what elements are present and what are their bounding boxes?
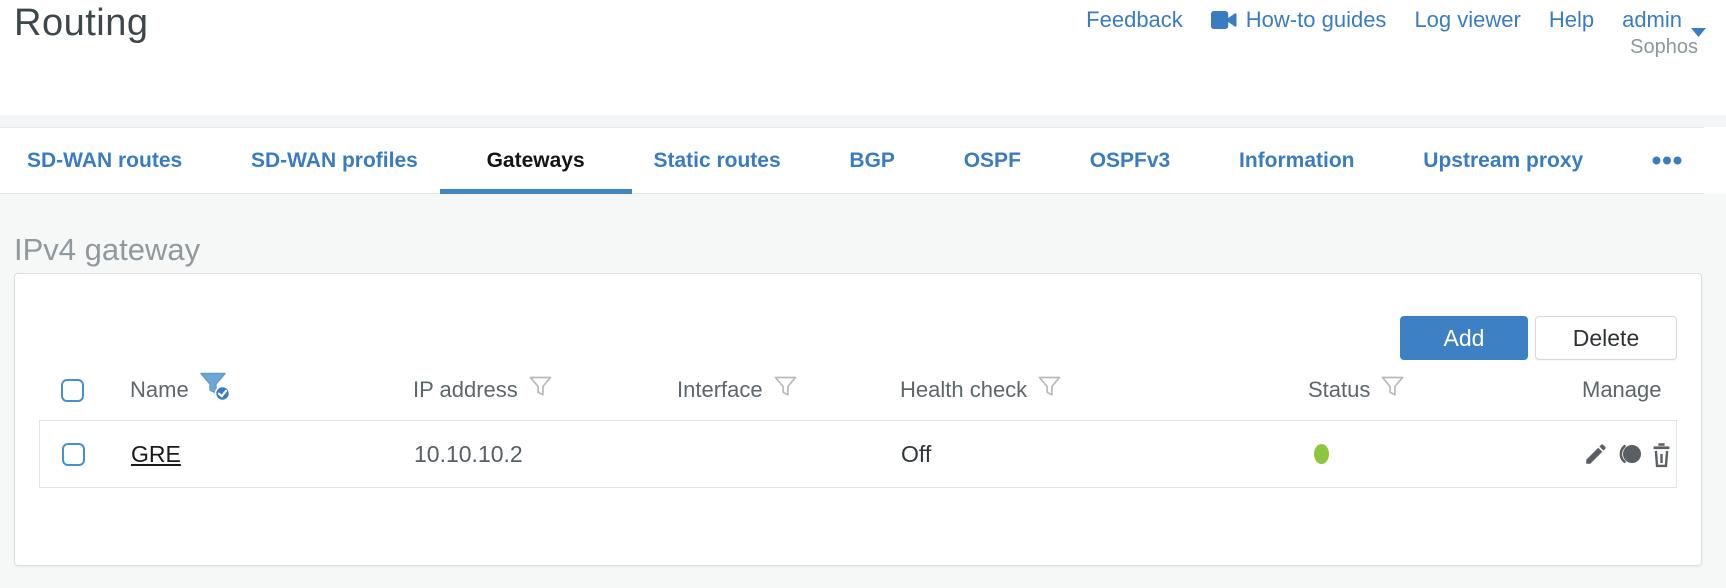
howto-guides-label: How-to guides [1245, 7, 1387, 32]
tab-bgp[interactable]: BGP [849, 128, 895, 193]
select-all-checkbox[interactable] [61, 378, 84, 402]
tab-information[interactable]: Information [1239, 128, 1355, 193]
cell-health-check: Off [901, 440, 932, 467]
column-header-status: Status [1308, 377, 1371, 402]
feedback-label: Feedback [1086, 7, 1183, 32]
header-divider [0, 115, 1726, 127]
column-header-name: Name [130, 377, 189, 402]
tab-ospfv3[interactable]: OSPFv3 [1090, 128, 1171, 193]
delete-icon[interactable] [1649, 441, 1674, 468]
column-header-interface: Interface [677, 377, 763, 402]
funnel-icon[interactable] [1038, 376, 1061, 405]
section-title: IPv4 gateway [14, 232, 201, 267]
funnel-check-icon[interactable] [199, 372, 231, 408]
gateway-name-link[interactable]: GRE [131, 441, 181, 467]
tab-gateways[interactable]: Gateways [439, 128, 632, 194]
status-indicator [1314, 444, 1329, 464]
column-header-manage: Manage [1582, 377, 1662, 402]
column-header-health-check: Health check [900, 377, 1028, 402]
tab-sd-wan-routes[interactable]: SD-WAN routes [27, 128, 182, 193]
help-label: Help [1548, 7, 1595, 32]
funnel-icon[interactable] [529, 376, 552, 405]
cell-ip-address: 10.10.10.2 [414, 440, 523, 467]
log-viewer-label: Log viewer [1414, 7, 1521, 32]
add-button[interactable]: Add [1400, 316, 1528, 360]
tab-sd-wan-profiles[interactable]: SD-WAN profiles [251, 128, 418, 193]
brand-label: Sophos [1630, 36, 1698, 58]
help-link[interactable]: Help [1549, 7, 1594, 33]
tab-upstream-proxy[interactable]: Upstream proxy [1423, 128, 1583, 193]
page-header: Routing Feedback How-to guides Log viewe… [0, 0, 1726, 115]
howto-guides-link[interactable]: How-to guides [1210, 7, 1387, 33]
ellipsis-icon [1652, 156, 1682, 165]
table-toolbar: Add Delete [39, 316, 1677, 360]
table-row: GRE 10.10.10.2 Off [39, 420, 1677, 488]
column-header-ip-address: IP address [413, 377, 518, 402]
content-area: IPv4 gateway Add Delete Name IP address [0, 194, 1726, 588]
page-title: Routing [14, 2, 149, 44]
gateway-card: Add Delete Name IP address Interface Hea… [14, 273, 1702, 566]
cell-manage [1544, 441, 1676, 468]
feedback-link[interactable]: Feedback [1086, 7, 1183, 33]
delete-button[interactable]: Delete [1535, 316, 1677, 360]
video-camera-icon [1210, 11, 1237, 29]
edit-icon[interactable] [1583, 441, 1609, 467]
tab-bar: SD-WAN routes SD-WAN profiles Gateways S… [0, 127, 1704, 194]
tab-static-routes[interactable]: Static routes [653, 128, 780, 193]
chevron-down-icon [1691, 17, 1706, 37]
row-checkbox[interactable] [62, 442, 85, 466]
funnel-icon[interactable] [774, 376, 797, 405]
user-menu[interactable]: admin [1622, 7, 1706, 37]
user-name: admin [1622, 7, 1682, 32]
deactivate-icon[interactable] [1615, 441, 1643, 467]
tab-ospf[interactable]: OSPF [964, 128, 1021, 193]
log-viewer-link[interactable]: Log viewer [1414, 7, 1520, 33]
funnel-icon[interactable] [1381, 376, 1404, 405]
header-nav: Feedback How-to guides Log viewer Help a… [1086, 7, 1706, 37]
tab-overflow-menu[interactable] [1652, 128, 1682, 193]
table-header-row: Name IP address Interface Health check S… [39, 360, 1677, 420]
